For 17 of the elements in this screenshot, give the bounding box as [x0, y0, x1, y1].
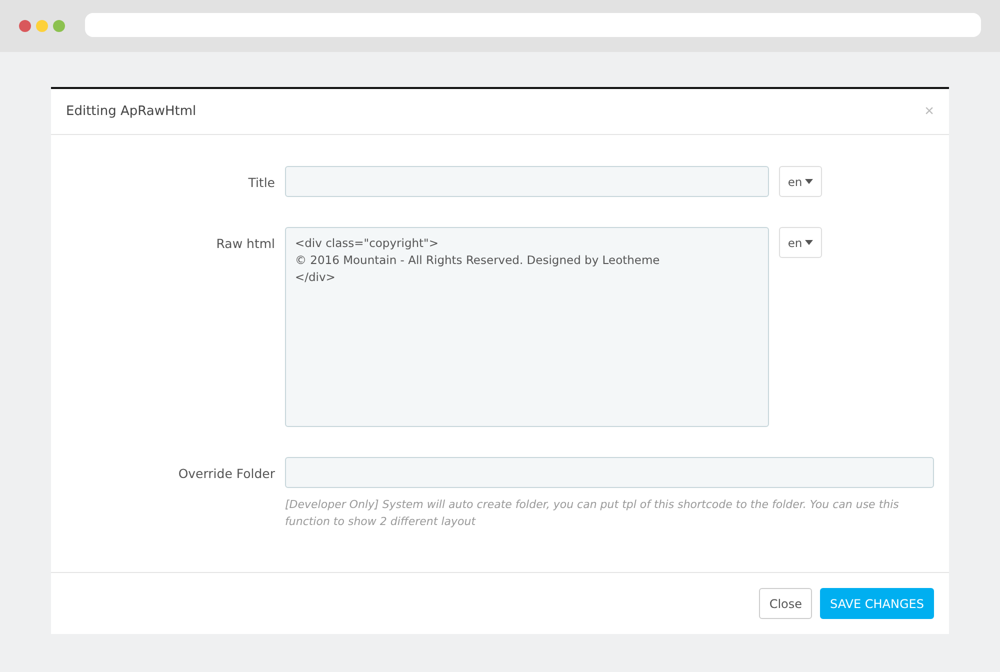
caret-icon: [805, 179, 814, 184]
field-label: Raw html: [215, 235, 275, 253]
override-folder-field[interactable]: [285, 457, 934, 488]
help-text: [Developer Only] System will auto create folder, you can put tpl of this shortcode to the folder. You can use this function to show 2 different layout: [285, 497, 900, 530]
caret-icon: [805, 240, 814, 245]
maximize-window-icon[interactable]: [53, 20, 65, 32]
modal-title: Editting ApRawHtml: [66, 104, 196, 119]
field-label: Override Folder: [177, 465, 275, 483]
field-label: Title: [247, 174, 275, 192]
raw-html-field[interactable]: <div class="copyright"> © 2016 Mountain - All Rights Reserved. Designed by Leotheme </div>: [285, 227, 769, 427]
close-window-icon[interactable]: [19, 20, 31, 32]
language-dropdown[interactable]: en: [779, 227, 822, 258]
title-field[interactable]: [285, 166, 769, 197]
address-bar[interactable]: [85, 13, 981, 37]
language-dropdown[interactable]: en: [779, 166, 822, 197]
close-button[interactable]: Close: [759, 588, 812, 619]
minimize-window-icon[interactable]: [36, 20, 48, 32]
